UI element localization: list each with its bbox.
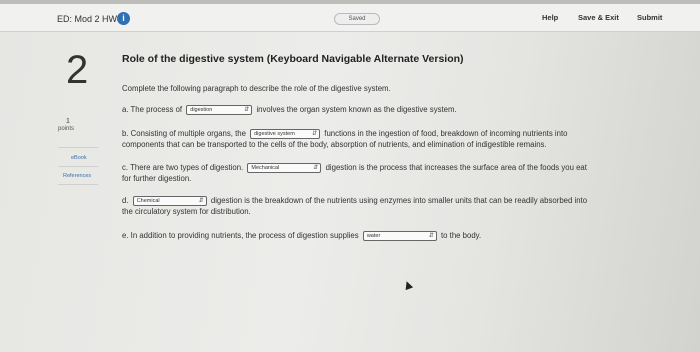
part-d-text-after: digestion is the breakdown of the nutrie… <box>210 196 588 205</box>
info-icon[interactable]: i <box>117 12 130 25</box>
top-bar: ED: Mod 2 HW i Saved Help Save & Exit Su… <box>0 4 700 32</box>
points-label: points <box>58 126 75 132</box>
part-c-text-after: digestion is the process that increases … <box>325 163 587 172</box>
references-link[interactable]: References <box>63 173 91 179</box>
sidebar-divider <box>58 184 98 185</box>
part-e-text-before: e. In addition to providing nutrients, t… <box>122 231 359 240</box>
sidebar-divider <box>58 166 98 167</box>
part-a-dropdown-value: digestion <box>190 106 213 113</box>
dropdown-arrow-icon: ⇵ <box>313 164 319 171</box>
part-d-text-before: d. <box>122 196 129 205</box>
part-d-text-line2: the circulatory system for distribution. <box>122 207 251 216</box>
part-c-text-line2: for further digestion. <box>122 174 192 183</box>
ebook-link[interactable]: eBook <box>71 155 87 161</box>
help-button[interactable]: Help <box>542 13 558 22</box>
part-b-dropdown-value: digestive system <box>254 130 295 137</box>
part-d-dropdown-value: Chemical <box>136 197 160 204</box>
part-d: d. Chemical ⇵ digestion is the breakdown … <box>122 195 587 217</box>
dropdown-arrow-icon: ⇵ <box>312 130 318 137</box>
part-e: e. In addition to providing nutrients, t… <box>122 230 481 241</box>
part-b-dropdown[interactable]: digestive system ⇵ <box>250 128 321 139</box>
part-b-text-before: b. Consisting of multiple organs, the <box>122 129 246 138</box>
part-b-text-after: functions in the ingestion of food, brea… <box>324 129 568 138</box>
instructions-text: Complete the following paragraph to desc… <box>122 84 391 93</box>
part-a-dropdown[interactable]: digestion ⇵ <box>186 104 253 115</box>
part-a-text-after: involves the organ system known as the d… <box>256 105 457 114</box>
dropdown-arrow-icon: ⇵ <box>428 232 434 239</box>
dropdown-arrow-icon: ⇵ <box>244 106 250 113</box>
part-a-text-before: a. The process of <box>122 105 183 114</box>
question-number: 2 <box>66 48 89 92</box>
part-c-dropdown-value: Mechanical <box>251 164 280 171</box>
part-e-dropdown-value: water <box>366 232 381 239</box>
points-value: 1 <box>66 118 70 125</box>
part-b-text-line2: components that can be transported to th… <box>122 140 547 149</box>
dropdown-arrow-icon: ⇵ <box>198 197 204 204</box>
part-a: a. The process of digestion ⇵ involves th… <box>122 104 457 115</box>
saved-status-badge: Saved <box>334 13 380 25</box>
part-e-dropdown[interactable]: water ⇵ <box>362 230 437 241</box>
question-title: Role of the digestive system (Keyboard N… <box>122 53 464 65</box>
part-c-text-before: c. There are two types of digestion. <box>122 163 244 172</box>
part-b: b. Consisting of multiple organs, the di… <box>122 128 567 150</box>
assignment-title: ED: Mod 2 HW <box>57 14 118 24</box>
sidebar-divider <box>58 147 98 148</box>
part-e-text-after: to the body. <box>441 231 482 240</box>
part-d-dropdown[interactable]: Chemical ⇵ <box>132 195 207 206</box>
save-exit-button[interactable]: Save & Exit <box>578 13 619 22</box>
part-c-dropdown[interactable]: Mechanical ⇵ <box>247 162 322 173</box>
part-c: c. There are two types of digestion. Mec… <box>122 162 587 184</box>
submit-button[interactable]: Submit <box>637 13 662 22</box>
